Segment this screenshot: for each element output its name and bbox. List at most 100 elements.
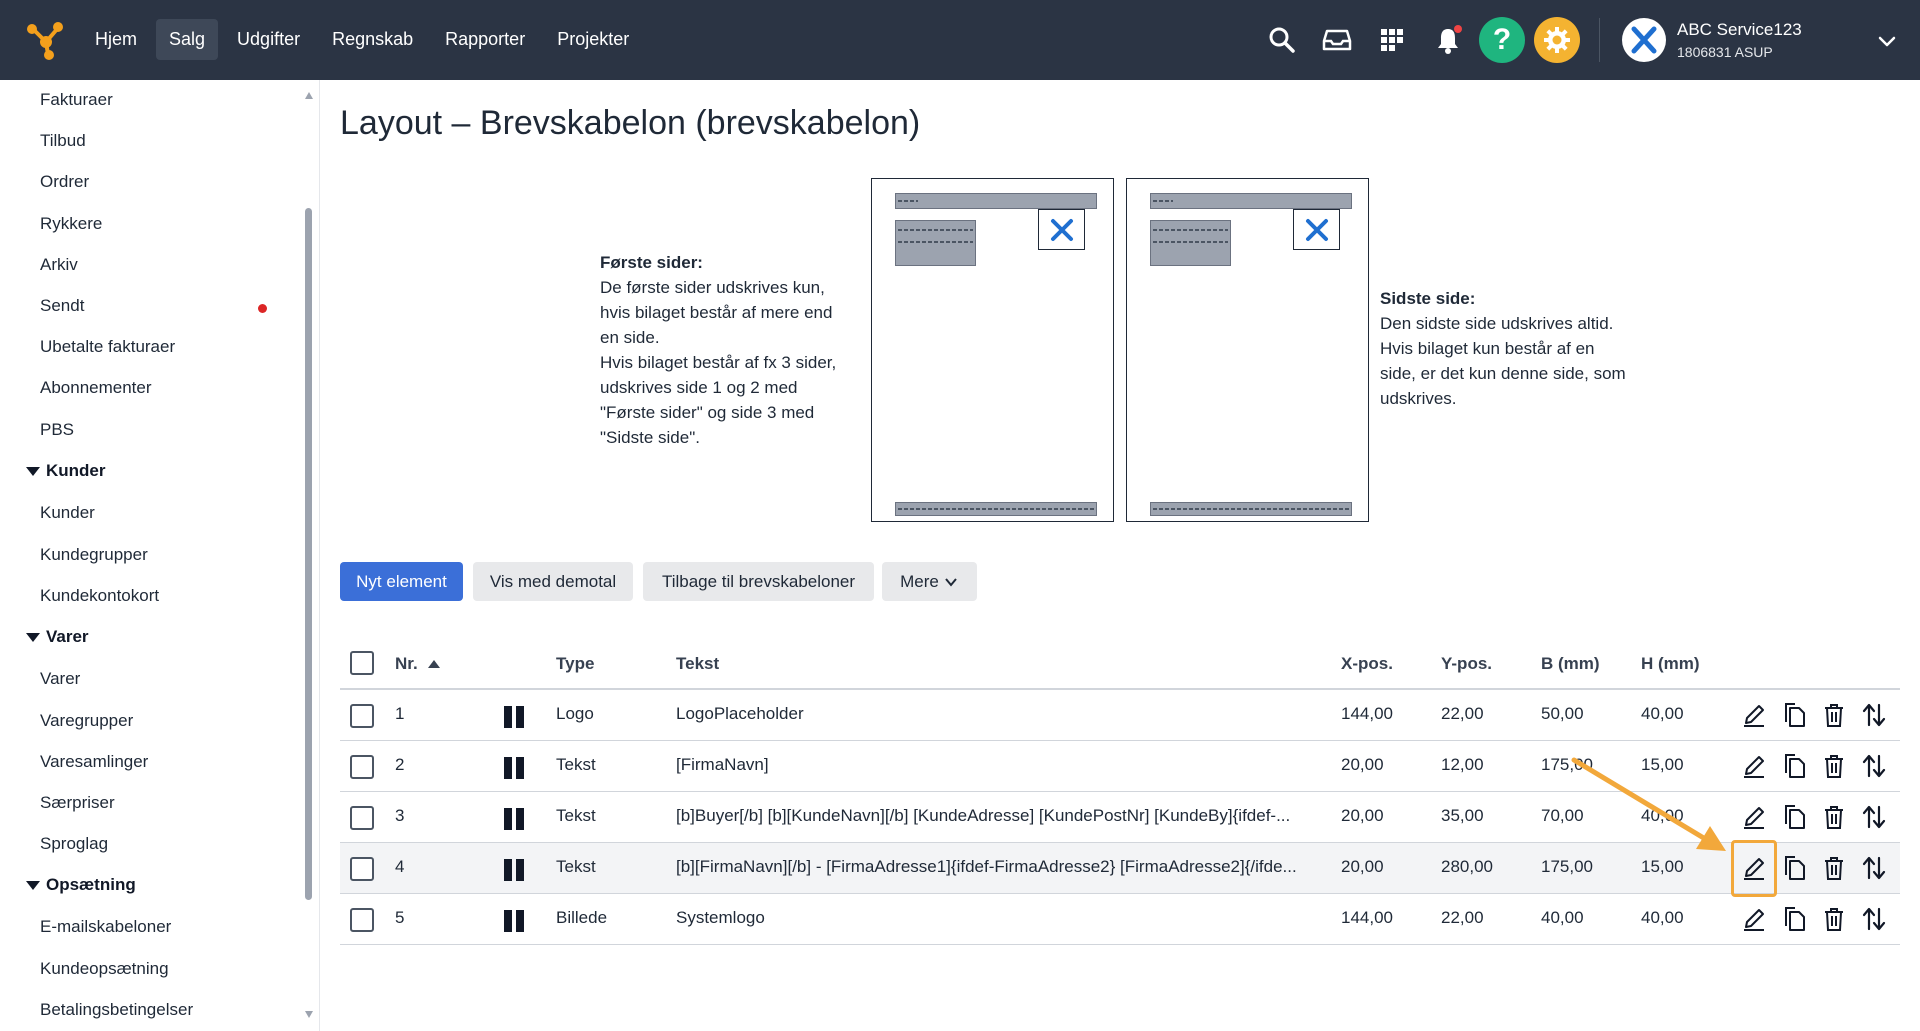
first-pages-description: Første sider: De første sider udskrives … (600, 250, 836, 450)
app-logo-icon[interactable] (22, 18, 66, 62)
column-header-tekst[interactable]: Tekst (676, 654, 719, 674)
cell-nr: 4 (395, 857, 405, 876)
edit-highlight-box (1731, 840, 1777, 897)
row-checkbox[interactable] (350, 704, 374, 728)
nav-regnskab[interactable]: Regnskab (319, 19, 426, 60)
edit-icon[interactable] (1740, 752, 1768, 780)
sidebar-item-ordrer[interactable]: Ordrer (40, 172, 89, 192)
search-icon[interactable] (1262, 20, 1302, 60)
desc-line: hvis bilaget består af mere end (600, 303, 833, 322)
sidebar-item-tilbud[interactable]: Tilbud (40, 131, 86, 151)
sidebar-section-opsaetning[interactable]: Opsætning (26, 875, 136, 895)
first-pages-heading: Første sider: (600, 253, 703, 272)
column-header-y-pos[interactable]: Y-pos. (1441, 654, 1492, 674)
cell-nr: 1 (395, 704, 405, 723)
account-name[interactable]: ABC Service123 (1677, 20, 1802, 40)
sidebar-item-e-mailskabeloner[interactable]: E-mailskabeloner (40, 917, 171, 937)
column-header-h-mm[interactable]: H (mm) (1641, 654, 1700, 674)
first-pages-preview[interactable] (871, 178, 1114, 522)
account-avatar[interactable] (1622, 18, 1666, 62)
sidebar-item-varegrupper[interactable]: Varegrupper (40, 711, 133, 731)
sidebar-item-sproglag[interactable]: Sproglag (40, 834, 108, 854)
move-up-down-icon[interactable] (1860, 854, 1888, 882)
sidebar-item-pbs[interactable]: PBS (40, 420, 74, 440)
copy-icon[interactable] (1780, 803, 1808, 831)
preview-text-lines (898, 200, 918, 202)
more-button[interactable]: Mere (882, 562, 977, 601)
trash-icon[interactable] (1820, 752, 1848, 780)
move-up-down-icon[interactable] (1860, 701, 1888, 729)
desc-line: Hvis bilaget består af fx 3 sider, (600, 353, 837, 372)
trash-icon[interactable] (1820, 701, 1848, 729)
column-header-x-pos[interactable]: X-pos. (1341, 654, 1393, 674)
sidebar-item-betalingsbetingelser[interactable]: Betalingsbetingelser (40, 1000, 193, 1020)
sidebar-item-abonnementer[interactable]: Abonnementer (40, 378, 152, 398)
show-demo-button[interactable]: Vis med demotal (473, 562, 633, 601)
inbox-icon[interactable] (1317, 20, 1357, 60)
desc-line: side, er det kun denne side, som (1380, 364, 1626, 383)
move-up-down-icon[interactable] (1860, 905, 1888, 933)
nav-udgifter[interactable]: Udgifter (224, 19, 313, 60)
back-to-templates-button[interactable]: Tilbage til brevskabeloner (643, 562, 874, 601)
row-checkbox[interactable] (350, 806, 374, 830)
help-icon[interactable]: ? (1479, 17, 1525, 63)
nav-rapporter[interactable]: Rapporter (432, 19, 538, 60)
preview-footer-block (1150, 502, 1352, 516)
select-all-checkbox[interactable] (350, 651, 374, 675)
sidebar-section-kunder[interactable]: Kunder (26, 461, 106, 481)
row-checkbox[interactable] (350, 755, 374, 779)
move-up-down-icon[interactable] (1860, 803, 1888, 831)
sidebar-item-fakturaer[interactable]: Fakturaer (40, 90, 113, 110)
drag-handle-icon[interactable] (504, 859, 526, 881)
edit-icon[interactable] (1740, 905, 1768, 933)
nav-hjem[interactable]: Hjem (82, 19, 150, 60)
cell-b-mm: 175,00 (1541, 755, 1593, 774)
nav-salg[interactable]: Salg (156, 19, 219, 60)
edit-icon[interactable] (1740, 701, 1768, 729)
sidebar-section-varer[interactable]: Varer (26, 627, 89, 647)
settings-gear-icon[interactable] (1534, 17, 1580, 63)
cell-tekst: [b][FirmaNavn][/b] - [FirmaAdresse1]{ifd… (676, 857, 1297, 876)
sidebar-item-kundeopsaetning[interactable]: Kundeopsætning (40, 959, 169, 979)
nav-projekter[interactable]: Projekter (544, 19, 642, 60)
sidebar-item-rykkere[interactable]: Rykkere (40, 214, 102, 234)
sidebar-item-ubetalte-fakturaer[interactable]: Ubetalte fakturaer (40, 337, 175, 357)
new-element-button[interactable]: Nyt element (340, 562, 463, 601)
copy-icon[interactable] (1780, 854, 1808, 882)
drag-handle-icon[interactable] (504, 757, 526, 779)
sidebar-item-kundegrupper[interactable]: Kundegrupper (40, 545, 148, 565)
bell-icon[interactable] (1428, 20, 1468, 60)
sidebar-item-varesamlinger[interactable]: Varesamlinger (40, 752, 148, 772)
trash-icon[interactable] (1820, 803, 1848, 831)
trash-icon[interactable] (1820, 854, 1848, 882)
scroll-down-icon[interactable] (305, 1011, 313, 1018)
sidebar-item-kundekontokort[interactable]: Kundekontokort (40, 586, 159, 606)
apps-grid-icon[interactable] (1372, 20, 1412, 60)
section-label: Varer (46, 627, 89, 646)
sidebar-item-arkiv[interactable]: Arkiv (40, 255, 78, 275)
sidebar-item-sendt[interactable]: Sendt (40, 296, 84, 316)
cell-type: Tekst (556, 857, 596, 876)
chevron-down-icon[interactable] (1876, 30, 1898, 52)
scrollbar-thumb[interactable] (305, 208, 312, 900)
drag-handle-icon[interactable] (504, 808, 526, 830)
drag-handle-icon[interactable] (504, 706, 526, 728)
copy-icon[interactable] (1780, 905, 1808, 933)
sidebar-item-varer[interactable]: Varer (40, 669, 80, 689)
copy-icon[interactable] (1780, 701, 1808, 729)
last-page-preview[interactable] (1126, 178, 1369, 522)
copy-icon[interactable] (1780, 752, 1808, 780)
column-header-b-mm[interactable]: B (mm) (1541, 654, 1600, 674)
column-header-type[interactable]: Type (556, 654, 594, 674)
cell-b-mm: 175,00 (1541, 857, 1593, 876)
column-header-nr[interactable]: Nr. (395, 654, 442, 674)
move-up-down-icon[interactable] (1860, 752, 1888, 780)
edit-icon[interactable] (1740, 803, 1768, 831)
sidebar-item-kunder[interactable]: Kunder (40, 503, 95, 523)
sidebar-item-saerpriser[interactable]: Særpriser (40, 793, 115, 813)
row-checkbox[interactable] (350, 857, 374, 881)
row-checkbox[interactable] (350, 908, 374, 932)
trash-icon[interactable] (1820, 905, 1848, 933)
scroll-up-icon[interactable] (305, 92, 313, 99)
drag-handle-icon[interactable] (504, 910, 526, 932)
